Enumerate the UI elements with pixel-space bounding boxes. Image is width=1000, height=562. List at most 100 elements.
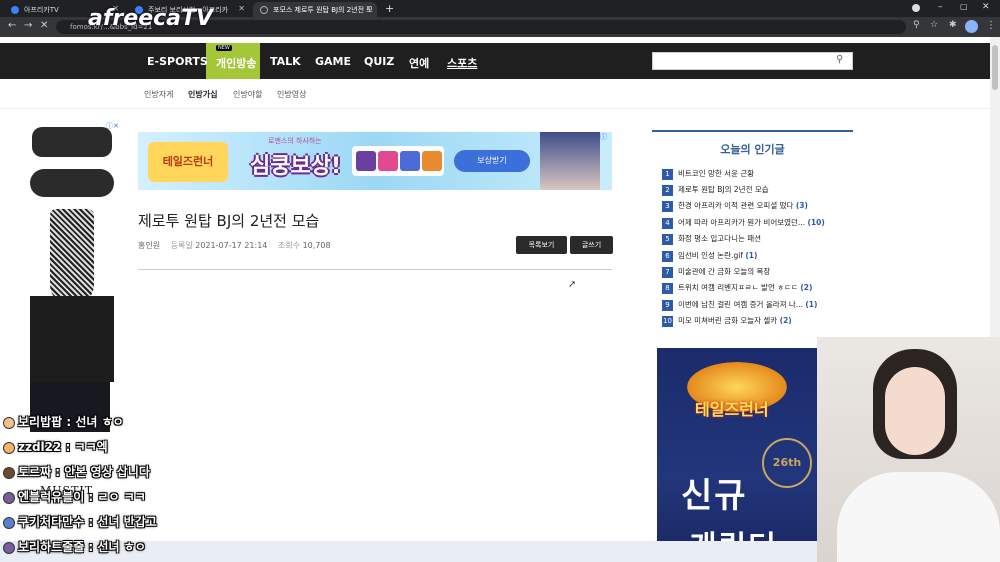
popular-item-text: 한경 아프리카 이적 관련 오피셜 떴다	[678, 201, 794, 210]
popular-posts: 오늘의 인기글 1 비트코인 망한 서윤 근황 2 제로투 원탑 BJ의 2년전 모…	[652, 130, 853, 330]
popular-item[interactable]: 6 임선비 인성 논란.gif (1)	[662, 250, 757, 262]
reward-items	[352, 146, 444, 176]
popular-item[interactable]: 10 미모 미쳐버린 금화 오늘자 셀카 (2)	[662, 315, 792, 327]
search-icon[interactable]: ⚲	[913, 20, 920, 30]
chat-username[interactable]: 쿠키처타만수	[18, 515, 84, 529]
banner-headline: 심쿵보상!	[250, 154, 341, 179]
popular-item[interactable]: 7 미술관에 간 금화 오늘의 복장	[662, 266, 770, 278]
popular-item-text: 비트코인 망한 서윤 근황	[678, 169, 755, 178]
profile-avatar[interactable]	[965, 20, 978, 33]
post-author[interactable]: 홍인원	[138, 241, 160, 250]
right-ad[interactable]: 테일즈런너 26th 신규 캐릭터	[657, 348, 817, 562]
bodysuit-image	[50, 209, 94, 305]
afreeca-favicon-icon	[11, 6, 19, 14]
streamer-webcam	[817, 337, 1000, 562]
search-icon[interactable]: ⚲	[836, 54, 843, 65]
popular-item[interactable]: 8 트위치 여캠 리벤지ㅍㄹㄴ 발언 ㅎㄷㄷ (2)	[662, 282, 812, 294]
popular-item-text: 임선비 인성 논란.gif	[678, 251, 743, 260]
tab-label: 아프리카TV	[24, 6, 59, 14]
reward-button[interactable]: 보상받기	[454, 150, 530, 172]
chat-username[interactable]: 엔블럭유블이	[18, 490, 84, 504]
minimize-icon[interactable]: –	[938, 2, 943, 12]
user-avatar	[3, 491, 15, 504]
star-icon[interactable]: ☆	[930, 20, 938, 30]
subnav-free-board[interactable]: 인방자게	[144, 89, 173, 100]
chat-username[interactable]: zzdl22	[18, 440, 61, 454]
nav-game[interactable]: GAME	[315, 55, 351, 68]
loading-spinner-icon	[260, 6, 268, 14]
sandal-image	[32, 127, 112, 157]
nav-sports[interactable]: 스포츠	[447, 55, 477, 71]
left-ad[interactable]: ⓘ✕	[22, 121, 122, 382]
nav-entertainment[interactable]: 연예	[409, 55, 429, 71]
rank-number: 6	[662, 250, 673, 262]
site-search-input[interactable]: ⚲	[652, 52, 853, 70]
post-views: 10,708	[302, 241, 331, 250]
popular-item-text: 미모 미쳐버린 금화 오늘자 셀카	[678, 316, 778, 325]
extensions-icon[interactable]: ✱	[949, 20, 957, 30]
stop-loading-icon[interactable]: ✕	[40, 20, 48, 31]
comment-count: (3)	[795, 201, 808, 210]
comment-count: (2)	[779, 316, 792, 325]
subnav-gossip[interactable]: 인방가십	[188, 89, 217, 100]
subnav-yahal[interactable]: 인방야할	[233, 89, 262, 100]
nav-quiz[interactable]: QUIZ	[364, 55, 394, 68]
chat-username[interactable]: 토르짜	[18, 465, 51, 479]
popular-item[interactable]: 1 비트코인 망한 서윤 근황	[662, 168, 754, 180]
chat-username[interactable]: 보리밥팝	[18, 415, 62, 429]
maximize-icon[interactable]: ▢	[960, 2, 968, 11]
popular-item[interactable]: 9 이번에 남친 걸린 여캠 증거 올라져 나... (1)	[662, 299, 817, 311]
window-close-icon[interactable]: ✕	[982, 2, 990, 12]
close-icon[interactable]: ✕	[365, 4, 372, 13]
ad-headline: 신규	[681, 476, 748, 516]
banner-small-text: 로맨스의 하사하는	[268, 137, 322, 145]
popular-title: 오늘의 인기글	[720, 143, 785, 156]
views-label: 조회수	[277, 241, 301, 250]
post-date: 2021-07-17 21:14	[195, 241, 268, 250]
popular-item[interactable]: 2 제로투 원탑 BJ의 2년전 모습	[662, 184, 769, 196]
rank-number: 3	[662, 200, 673, 212]
popular-item[interactable]: 4 어제 따라 아프리카가 뭔가 비어보였던... (10)	[662, 217, 825, 229]
chat-username[interactable]: 보리하트줄줄	[18, 540, 84, 554]
tab-fomos[interactable]: 포모스 제로투 원탑 BJ의 2년전 모 ✕	[253, 2, 377, 17]
record-icon[interactable]	[912, 4, 920, 12]
tab-label: 포모스 제로투 원탑 BJ의 2년전 모	[273, 6, 373, 14]
forward-icon[interactable]: →	[24, 20, 32, 31]
rank-number: 9	[662, 299, 673, 311]
user-avatar	[3, 516, 15, 529]
chat-message: 보리하트줄줄 : 선녀 ㅎㅇ	[3, 538, 146, 558]
nav-esports[interactable]: E-SPORTS	[147, 55, 208, 68]
face-shape	[885, 367, 945, 455]
write-button[interactable]: 글쓰기	[570, 236, 613, 254]
ad-choices-icon[interactable]: ⓘ	[600, 132, 607, 142]
popular-item-text: 미술관에 간 금화 오늘의 복장	[678, 267, 771, 276]
comment-count: (2)	[800, 283, 813, 292]
popular-item-text: 어제 따라 아프리카가 뭔가 비어보였던...	[678, 218, 806, 227]
rank-number: 5	[662, 233, 673, 245]
banner-ad[interactable]: 테일즈런너 로맨스의 하사하는 심쿵보상! 보상받기 ⓘ	[138, 132, 612, 190]
user-avatar	[3, 441, 15, 454]
chat-text: : ㅋㅋ엑	[61, 440, 108, 454]
jacket-image	[30, 296, 114, 382]
subnav-video[interactable]: 인방영상	[277, 89, 306, 100]
popular-item[interactable]: 3 한경 아프리카 이적 관련 오피셜 떴다 (3)	[662, 200, 808, 212]
nav-personal-broadcast[interactable]: 개인방송	[216, 55, 256, 71]
list-button[interactable]: 목록보기	[516, 236, 567, 254]
mouse-cursor-icon: ➚	[568, 279, 577, 290]
post-meta: 홍인원 등록일 2021-07-17 21:14 조회수 10,708	[138, 240, 331, 251]
afreecatv-logo: afreecaTV	[88, 6, 214, 31]
scrollbar-thumb[interactable]	[992, 45, 998, 90]
popular-item[interactable]: 5 화정 평소 입고다니는 패션	[662, 233, 761, 245]
chat-text: : 선녀 ㅎㅇ	[84, 540, 146, 554]
chat-text: : ㄹㅇ ㅋㅋ	[84, 490, 146, 504]
menu-icon[interactable]: ⋮	[986, 20, 996, 31]
shirt-shape	[837, 472, 1000, 562]
close-icon[interactable]: ✕	[238, 4, 245, 13]
popular-item-text: 이번에 남친 걸린 여캠 증거 올라져 나...	[678, 300, 803, 309]
divider	[138, 269, 612, 270]
back-icon[interactable]: ←	[8, 20, 16, 31]
popular-item-text: 제로투 원탑 BJ의 2년전 모습	[678, 185, 769, 194]
nav-talk[interactable]: TALK	[270, 55, 301, 68]
chat-message: zzdl22 : ㅋㅋ엑	[3, 438, 108, 458]
new-tab-icon[interactable]: +	[385, 2, 394, 15]
